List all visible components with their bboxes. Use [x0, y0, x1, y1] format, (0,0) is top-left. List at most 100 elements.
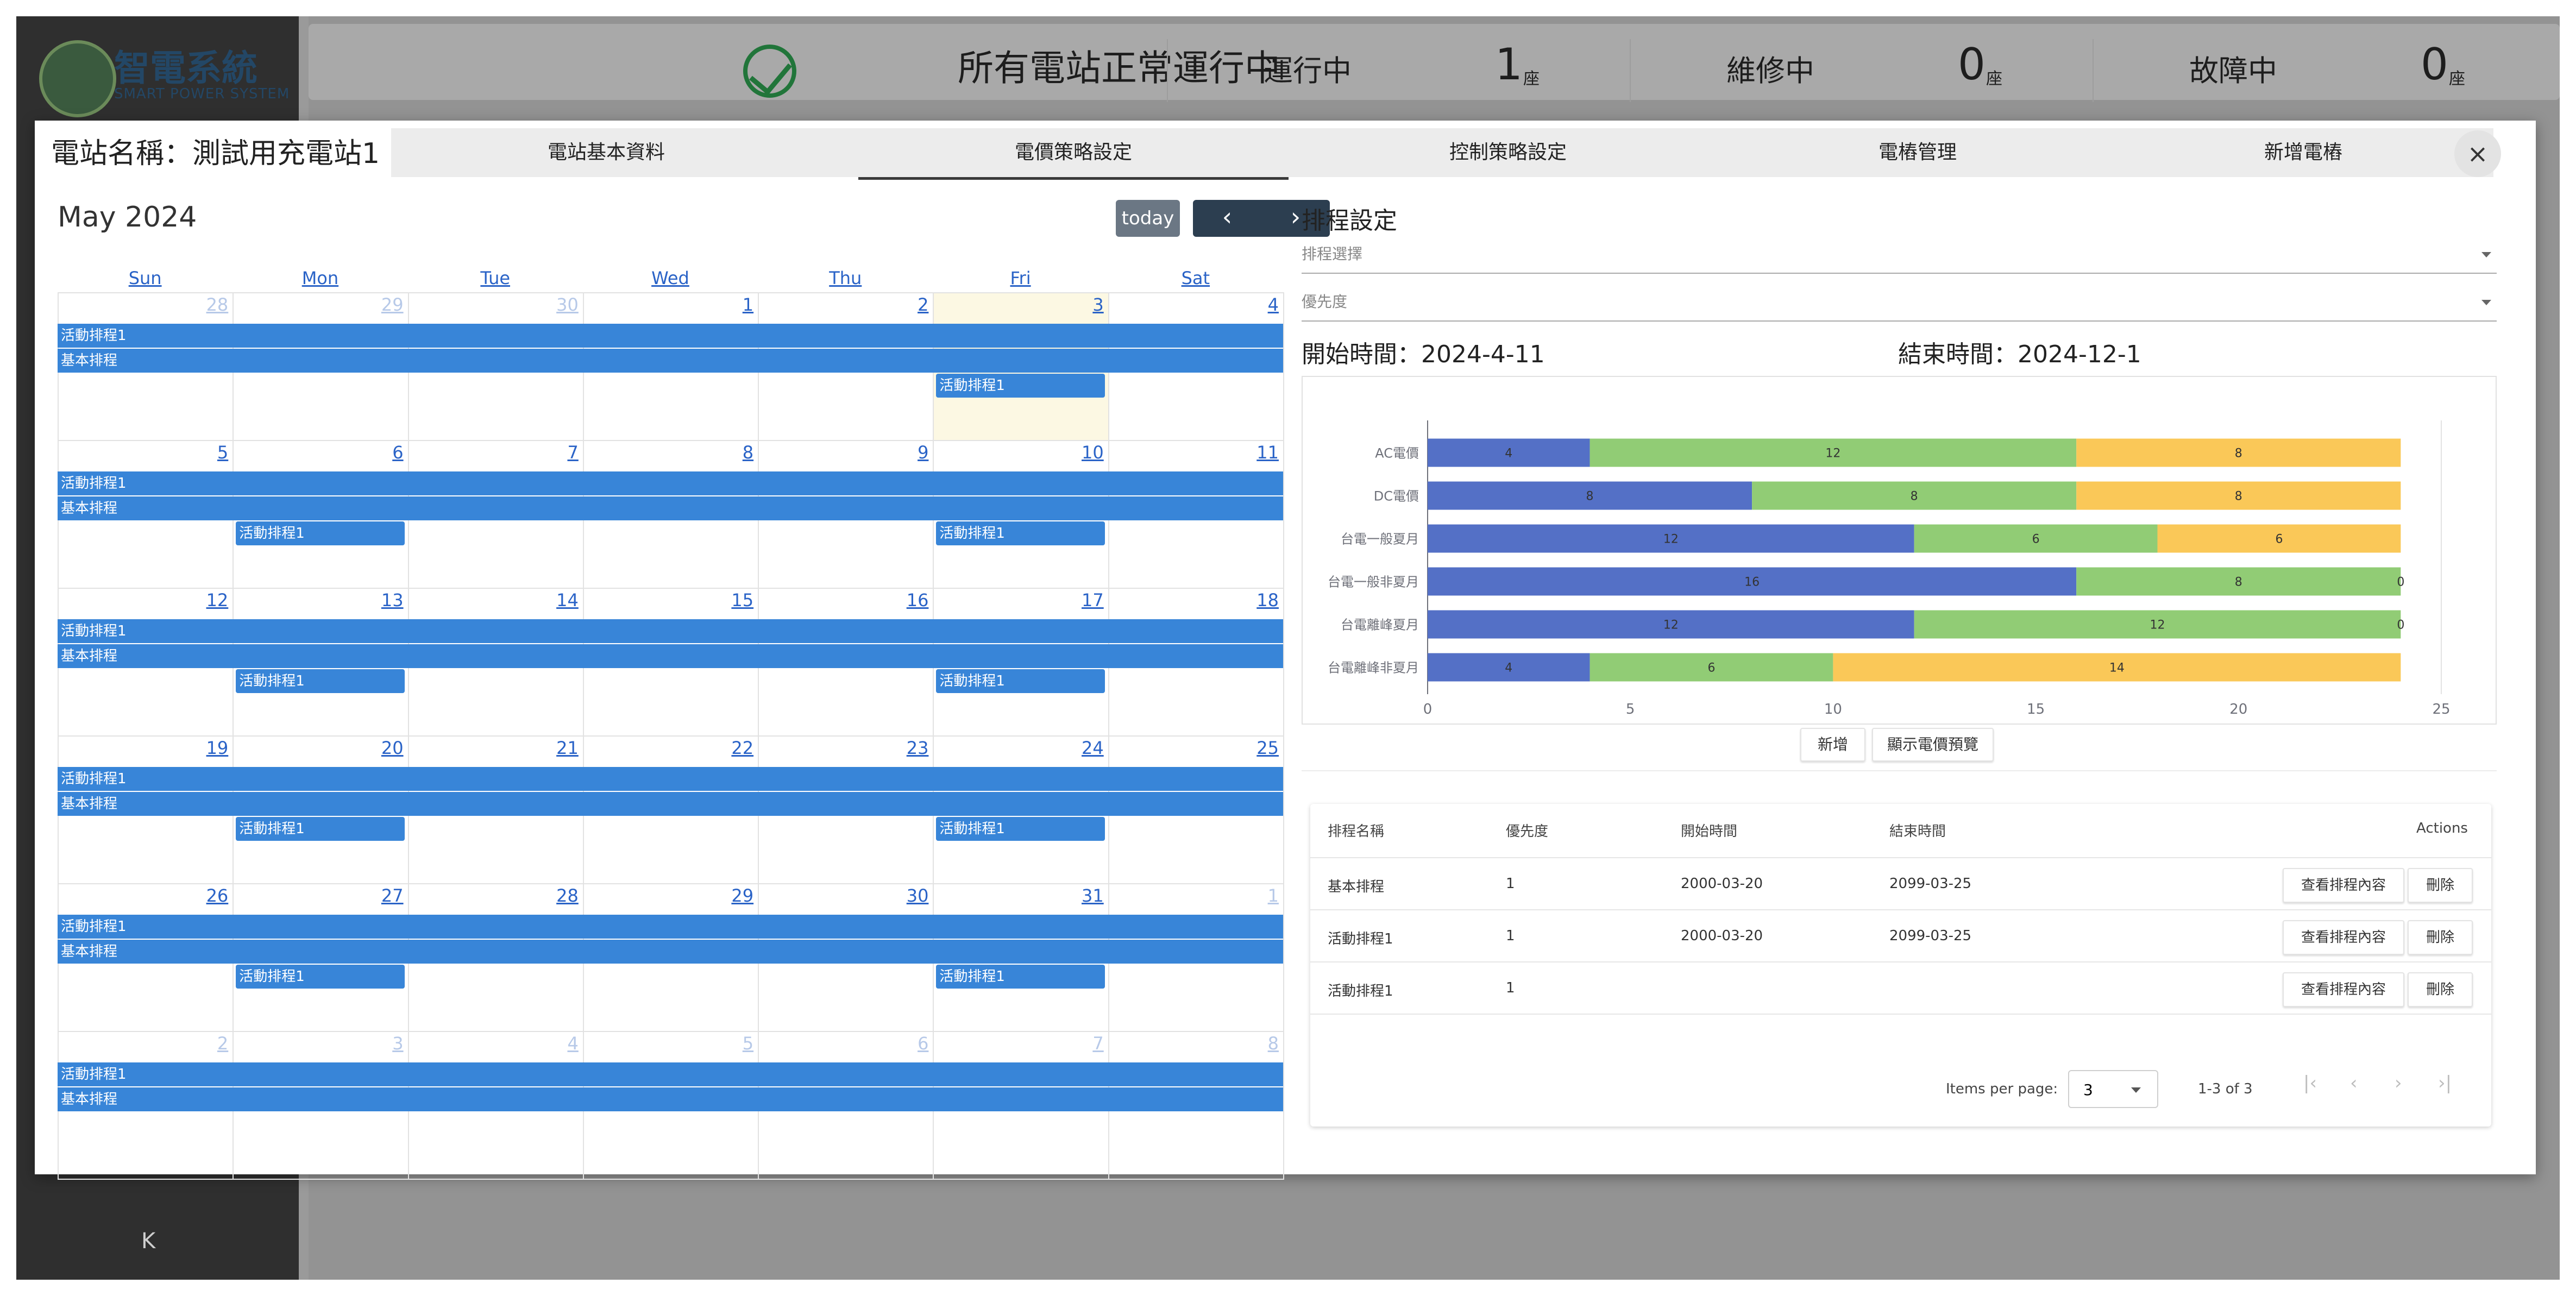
day-number[interactable]: 22 [731, 738, 753, 758]
schedule-select[interactable]: 排程選擇 [1302, 242, 2497, 274]
day-number[interactable]: 21 [556, 738, 579, 758]
day-number[interactable]: 28 [556, 885, 579, 906]
tab-add-charger[interactable]: 新增電樁 [2113, 128, 2493, 177]
priority-select[interactable]: 優先度 [1302, 290, 2497, 322]
day-number[interactable]: 30 [556, 294, 579, 315]
day-number[interactable]: 8 [1268, 1033, 1279, 1054]
add-button[interactable]: 新增 [1800, 728, 1865, 762]
day-number[interactable]: 7 [567, 442, 578, 463]
day-number[interactable]: 2 [918, 294, 928, 315]
calendar-event[interactable]: 活動排程1 [58, 324, 1283, 348]
day-number[interactable]: 4 [567, 1033, 578, 1054]
calendar-event[interactable]: 活動排程1 [936, 817, 1105, 841]
calendar-week-row: 26 27 28 29 30 31 1 活動排程1 基本排程 活動排程1 活動排程1 [58, 883, 1284, 1032]
day-number[interactable]: 31 [1082, 885, 1104, 906]
x-tick-label: 25 [2432, 701, 2450, 718]
day-number[interactable]: 7 [1092, 1033, 1103, 1054]
calendar-event[interactable]: 基本排程 [58, 496, 1283, 520]
calendar-event[interactable]: 活動排程1 [936, 374, 1105, 398]
weekday-wed[interactable]: Wed [583, 264, 758, 292]
calendar-event[interactable]: 活動排程1 [936, 521, 1105, 545]
day-number[interactable]: 3 [392, 1033, 403, 1054]
tab-station-info[interactable]: 電站基本資料 [391, 128, 821, 177]
view-schedule-button[interactable]: 查看排程內容 [2283, 920, 2404, 955]
day-number[interactable]: 20 [381, 738, 404, 758]
day-number[interactable]: 5 [217, 442, 228, 463]
view-schedule-button[interactable]: 查看排程內容 [2283, 972, 2404, 1007]
day-number[interactable]: 6 [918, 1033, 928, 1054]
items-per-page-select[interactable]: 3 [2068, 1070, 2158, 1108]
day-number[interactable]: 4 [1268, 294, 1279, 315]
day-number[interactable]: 30 [907, 885, 929, 906]
day-number[interactable]: 13 [381, 590, 404, 611]
calendar-event[interactable]: 基本排程 [58, 644, 1283, 668]
items-per-page-label: Items per page: [1946, 1081, 2058, 1097]
weekday-sat[interactable]: Sat [1108, 264, 1283, 292]
day-number[interactable]: 11 [1256, 442, 1279, 463]
calendar-event[interactable]: 基本排程 [58, 940, 1283, 964]
calendar-event[interactable]: 活動排程1 [236, 817, 405, 841]
data-label: 8 [2235, 447, 2242, 461]
weekday-tue[interactable]: Tue [408, 264, 583, 292]
day-number[interactable]: 26 [206, 885, 229, 906]
day-number[interactable]: 19 [206, 738, 229, 758]
tab-charger-management[interactable]: 電樁管理 [1722, 128, 2113, 177]
calendar-event[interactable]: 基本排程 [58, 792, 1283, 816]
weekday-mon[interactable]: Mon [233, 264, 407, 292]
calendar-event[interactable]: 活動排程1 [58, 915, 1283, 939]
day-number[interactable]: 8 [743, 442, 753, 463]
prev-page-icon[interactable]: ‹ [2350, 1072, 2358, 1094]
day-number[interactable]: 10 [1082, 442, 1104, 463]
first-page-icon[interactable]: |‹ [2303, 1072, 2317, 1094]
delete-button[interactable]: 刪除 [2408, 920, 2473, 955]
day-number[interactable]: 24 [1082, 738, 1104, 758]
day-number[interactable]: 23 [907, 738, 929, 758]
weekday-fri[interactable]: Fri [933, 264, 1108, 292]
day-number[interactable]: 27 [381, 885, 404, 906]
weekday-thu[interactable]: Thu [758, 264, 933, 292]
today-button[interactable]: today [1116, 200, 1180, 237]
day-number[interactable]: 25 [1256, 738, 1279, 758]
day-number[interactable]: 15 [731, 590, 753, 611]
day-number[interactable]: 6 [392, 442, 403, 463]
delete-button[interactable]: 刪除 [2408, 972, 2473, 1007]
close-button[interactable]: × [2454, 130, 2501, 177]
day-number[interactable]: 29 [731, 885, 753, 906]
delete-button[interactable]: 刪除 [2408, 868, 2473, 903]
day-number[interactable]: 16 [907, 590, 929, 611]
calendar-event[interactable]: 活動排程1 [58, 471, 1283, 495]
day-number[interactable]: 9 [918, 442, 928, 463]
day-number[interactable]: 3 [1092, 294, 1103, 315]
day-number[interactable]: 1 [1268, 885, 1279, 906]
weekday-sun[interactable]: Sun [58, 264, 233, 292]
calendar-event[interactable]: 活動排程1 [236, 965, 405, 989]
calendar-event[interactable]: 活動排程1 [236, 521, 405, 545]
items-per-page-value: 3 [2083, 1081, 2093, 1099]
calendar-event[interactable]: 基本排程 [58, 1087, 1283, 1111]
tab-price-strategy[interactable]: 電價策略設定 [858, 128, 1289, 180]
view-schedule-button[interactable]: 查看排程內容 [2283, 868, 2404, 903]
calendar-event[interactable]: 活動排程1 [58, 767, 1283, 791]
calendar-event[interactable]: 活動排程1 [936, 669, 1105, 693]
tab-control-strategy[interactable]: 控制策略設定 [1293, 128, 1723, 177]
day-number[interactable]: 5 [743, 1033, 753, 1054]
collapse-sidebar-button[interactable]: K [141, 1229, 155, 1254]
day-number[interactable]: 1 [743, 294, 753, 315]
calendar-event[interactable]: 活動排程1 [936, 965, 1105, 989]
calendar-event[interactable]: 基本排程 [58, 349, 1283, 373]
day-number[interactable]: 28 [206, 294, 229, 315]
day-number[interactable]: 14 [556, 590, 579, 611]
next-page-icon[interactable]: › [2395, 1072, 2402, 1094]
calendar-event[interactable]: 活動排程1 [58, 1062, 1283, 1086]
preview-price-button[interactable]: 顯示電價預覽 [1872, 728, 1994, 762]
day-number[interactable]: 17 [1082, 590, 1104, 611]
day-number[interactable]: 2 [217, 1033, 228, 1054]
day-number[interactable]: 29 [381, 294, 404, 315]
calendar-weekday-header: Sun Mon Tue Wed Thu Fri Sat [58, 264, 1283, 292]
day-number[interactable]: 18 [1256, 590, 1279, 611]
prev-month-button[interactable]: ‹ [1193, 200, 1261, 237]
last-page-icon[interactable]: ›| [2438, 1072, 2452, 1094]
calendar-event[interactable]: 活動排程1 [236, 669, 405, 693]
day-number[interactable]: 12 [206, 590, 229, 611]
calendar-event[interactable]: 活動排程1 [58, 619, 1283, 643]
